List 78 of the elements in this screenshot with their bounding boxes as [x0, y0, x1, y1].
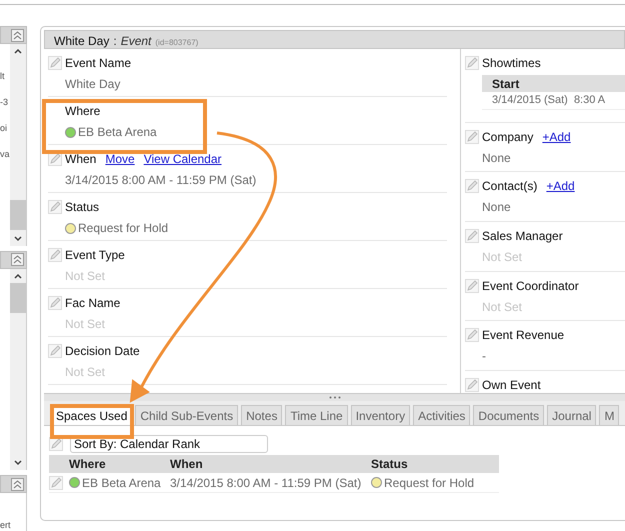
scroll-thumb[interactable] — [10, 282, 26, 312]
panel-text: va — [0, 148, 10, 160]
field-value: Not Set — [64, 268, 106, 285]
tab[interactable]: M — [599, 405, 620, 425]
collapse-icon[interactable] — [11, 253, 24, 266]
title-separator: : — [113, 33, 117, 50]
field-value: Request for Hold — [78, 220, 168, 237]
column-header: Start — [492, 76, 520, 92]
tab[interactable]: Inventory — [350, 405, 410, 425]
tab[interactable]: Journal — [547, 405, 596, 425]
column-header: Where — [69, 456, 107, 473]
field-label: Status — [65, 199, 100, 216]
field-link[interactable]: Move — [105, 150, 135, 168]
event-type: Event — [120, 33, 152, 50]
pencil-icon[interactable] — [48, 200, 62, 214]
resize-handle[interactable] — [44, 393, 625, 401]
panel-text: ert — [0, 519, 10, 531]
tab[interactable]: Child Sub-Events — [135, 405, 238, 425]
table-cell-text: 3/14/2015 (Sat) 8:30 A — [492, 93, 606, 108]
field-value: EB Beta Arena — [78, 124, 157, 141]
table-cell-text: Request for Hold — [384, 474, 474, 492]
column-header: Status — [371, 456, 408, 473]
panel-text: oi — [0, 122, 8, 134]
field-label: Decision Date — [65, 343, 140, 360]
field-label: Sales Manager — [482, 228, 563, 245]
pencil-icon[interactable] — [465, 278, 479, 293]
field-value: None — [481, 199, 512, 216]
field-link[interactable]: +Add — [542, 128, 571, 146]
field-label: Where — [65, 103, 100, 120]
pencil-icon[interactable] — [48, 344, 62, 358]
pencil-icon[interactable] — [48, 248, 62, 262]
table-cell-text: 3/14/2015 8:00 AM - 11:59 PM (Sat) — [170, 474, 362, 492]
tab[interactable]: Time Line — [285, 405, 348, 425]
field-value: - — [481, 348, 487, 366]
panel-text: -3 — [0, 96, 10, 108]
pencil-icon[interactable] — [49, 476, 63, 490]
grip-icon[interactable] — [328, 396, 340, 399]
pencil-icon[interactable] — [465, 328, 479, 342]
scrollbar[interactable] — [10, 44, 26, 246]
pencil-icon[interactable] — [465, 56, 479, 70]
tab[interactable]: Notes — [241, 405, 282, 425]
field-value: White Day — [64, 76, 122, 93]
tab[interactable]: Activities — [413, 405, 470, 425]
field-link[interactable]: +Add — [546, 177, 575, 196]
collapse-icon[interactable] — [11, 28, 24, 42]
tab[interactable]: Documents — [473, 405, 544, 425]
field-value: Not Set — [64, 364, 106, 381]
field-value: Not Set — [481, 248, 524, 266]
pencil-icon[interactable] — [465, 130, 479, 144]
field-value: Not Set — [481, 298, 524, 316]
field-value: 3/14/2015 8:00 AM - 11:59 PM (Sat) — [64, 172, 258, 189]
field-value: Not Set — [64, 316, 106, 333]
field-label: Event Revenue — [482, 327, 564, 344]
pencil-icon[interactable] — [465, 378, 479, 392]
pencil-icon[interactable] — [465, 179, 479, 194]
field-label: Company — [482, 128, 534, 146]
panel-text: lt — [0, 70, 6, 82]
event-title: White Day — [54, 33, 110, 50]
field-label: Event Coordinator — [482, 278, 579, 295]
column-header: When — [170, 456, 204, 473]
pencil-icon[interactable] — [465, 228, 479, 243]
scroll-thumb[interactable] — [10, 200, 26, 230]
sort-field[interactable]: Sort By: Calendar Rank — [70, 435, 268, 453]
field-label: Fac Name — [65, 295, 120, 312]
table-cell-text: EB Beta Arena — [82, 474, 161, 492]
pencil-icon[interactable] — [48, 56, 62, 70]
scrollbar[interactable] — [10, 268, 26, 470]
field-value: None — [481, 150, 512, 167]
field-link[interactable]: View Calendar — [144, 150, 222, 168]
collapse-icon[interactable] — [11, 478, 24, 490]
field-label: When — [65, 151, 96, 168]
pencil-icon[interactable] — [48, 296, 62, 310]
field-label: Event Name — [65, 55, 132, 72]
field-label: Showtimes — [482, 55, 541, 72]
event-id: (id=803767) — [155, 37, 198, 49]
field-label: Event Type — [65, 247, 125, 264]
field-label: Contact(s) — [482, 178, 538, 196]
field-label: Own Event — [482, 376, 541, 393]
